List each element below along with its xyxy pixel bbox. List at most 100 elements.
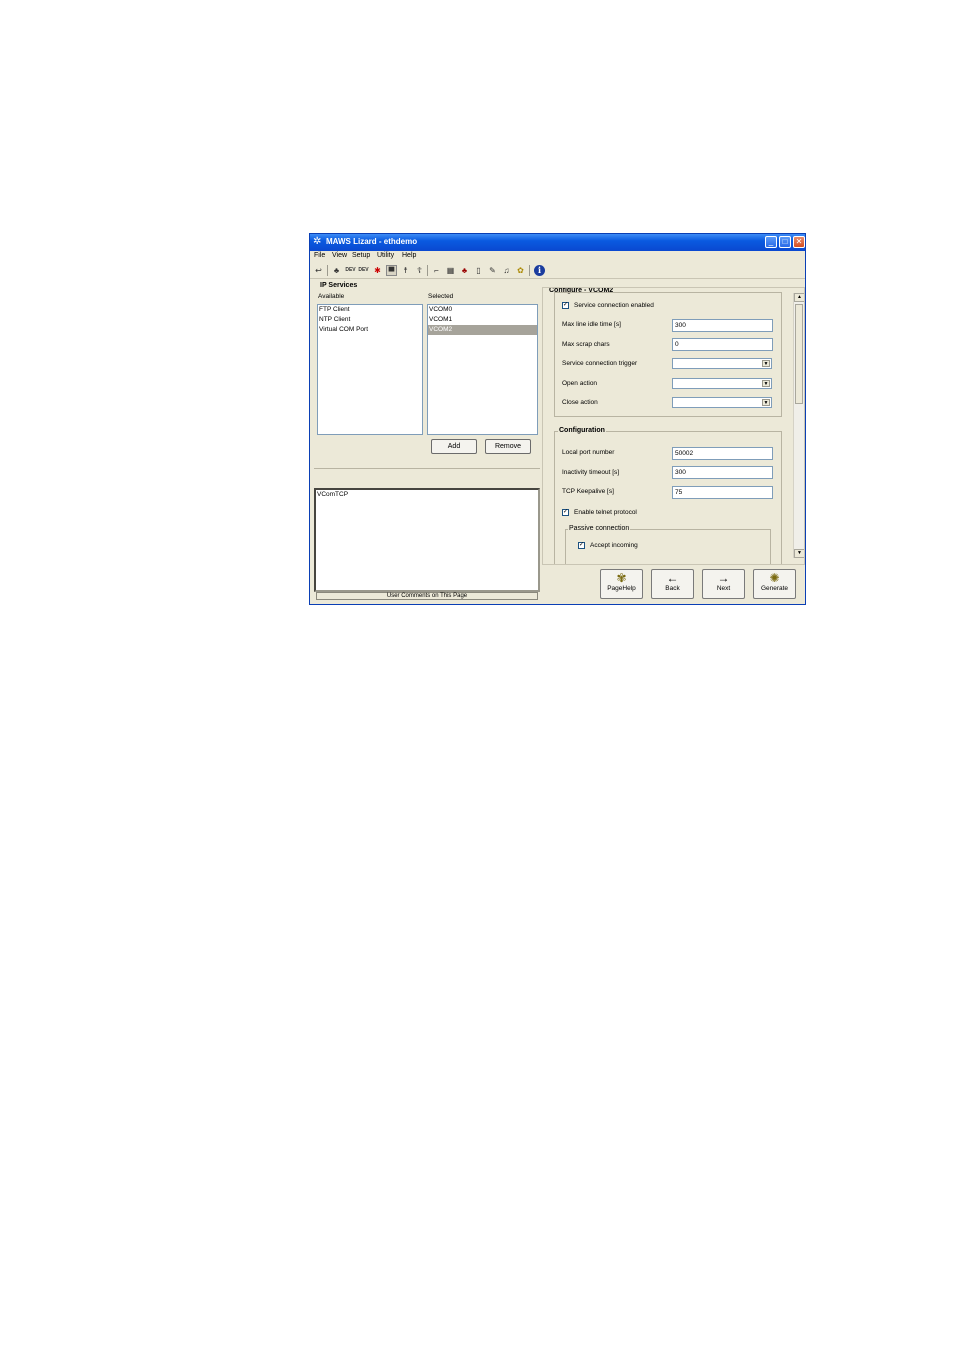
maximize-icon: □ (782, 237, 788, 246)
open-action-select[interactable]: ▼ (672, 378, 772, 389)
back-button[interactable]: ← Back (651, 569, 694, 599)
ip-services-title: IP Services (319, 282, 359, 289)
back-label: Back (665, 585, 680, 592)
next-button[interactable]: → Next (702, 569, 745, 599)
window-title: MAWS Lizard - ethdemo (326, 237, 418, 246)
gears-icon: ✺ (769, 571, 780, 585)
comments-text: VComTCP (317, 491, 349, 498)
minimize-button[interactable]: _ (765, 236, 777, 248)
pen-icon[interactable]: ✎ (487, 265, 498, 276)
inactivity-input[interactable]: 300 (672, 466, 773, 479)
close-action-label: Close action (562, 399, 598, 406)
max-scrap-label: Max scrap chars (562, 341, 610, 348)
configure-group: ✓ Service connection enabled Max line id… (554, 292, 782, 417)
close-action-select[interactable]: ▼ (672, 397, 772, 408)
toolbar-separator (529, 265, 530, 276)
accept-incoming-checkbox[interactable]: ✓ (578, 542, 585, 549)
ip-services-panel: IP Services Available Selected FTP Clien… (314, 282, 540, 469)
max-scrap-input[interactable]: 0 (672, 338, 773, 351)
list-item[interactable]: VCOM1 (428, 315, 537, 325)
chevron-down-icon[interactable]: ▼ (762, 360, 770, 367)
grid-icon[interactable]: ▦ (445, 265, 456, 276)
service-enabled-label: Service connection enabled (574, 302, 654, 309)
scroll-up-icon[interactable]: ▲ (794, 293, 804, 302)
title-bar[interactable]: ✲ MAWS Lizard - ethdemo _ □ ✕ (310, 234, 805, 251)
network-icon[interactable]: ♣ (331, 265, 342, 276)
dev-icon[interactable]: DEV (358, 265, 369, 276)
scroll-down-icon[interactable]: ▼ (794, 549, 804, 558)
help-icon: ✾ (616, 571, 627, 585)
configure-pane: Configure - VCOM2 ✓ Service connection e… (542, 287, 805, 565)
app-window: ✲ MAWS Lizard - ethdemo _ □ ✕ File View … (309, 233, 806, 605)
configuration-title: Configuration (558, 427, 606, 434)
arrow-right-icon: → (717, 571, 730, 585)
bell-icon[interactable]: ♫ (501, 265, 512, 276)
selected-list[interactable]: VCOM0 VCOM1 VCOM2 (427, 304, 538, 435)
menu-bar: File View Setup Utility Help (310, 251, 805, 262)
trigger-label: Service connection trigger (562, 360, 638, 367)
info-icon[interactable]: i (534, 265, 545, 276)
run-icon[interactable]: ☦ (414, 265, 425, 276)
dev-icon[interactable]: DEV (345, 265, 356, 276)
open-action-label: Open action (562, 380, 598, 387)
close-icon: ✕ (795, 237, 803, 246)
walk-icon[interactable]: ☨ (400, 265, 411, 276)
next-label: Next (716, 585, 731, 592)
local-port-input[interactable]: 50002 (672, 447, 773, 460)
flag-icon[interactable]: ⌐ (431, 265, 442, 276)
available-label: Available (318, 293, 345, 300)
passive-connection-group: Passive connection ✓ Accept incoming (565, 525, 771, 564)
comments-textarea[interactable]: VComTCP (314, 488, 540, 592)
tree-icon[interactable]: ♣ (459, 265, 470, 276)
menu-view[interactable]: View (332, 252, 347, 259)
menu-help[interactable]: Help (402, 252, 416, 259)
generate-button[interactable]: ✺ Generate (753, 569, 796, 599)
pagehelp-label: PageHelp (607, 585, 636, 592)
arrow-left-icon: ← (666, 571, 679, 585)
lizard-icon: ✲ (313, 236, 322, 247)
list-item[interactable]: VCOM0 (428, 305, 537, 315)
passive-title: Passive connection (568, 525, 631, 532)
undo-icon[interactable]: ↩ (313, 265, 324, 276)
add-button[interactable]: Add (431, 439, 477, 454)
list-item-selected[interactable]: VCOM2 (428, 325, 537, 335)
maximize-button[interactable]: □ (779, 236, 791, 248)
service-enabled-checkbox[interactable]: ✓ (562, 302, 569, 309)
local-port-label: Local port number (562, 449, 615, 456)
scroll-thumb[interactable] (795, 304, 803, 404)
available-list[interactable]: FTP Client NTP Client Virtual COM Port (317, 304, 423, 435)
toolbar-separator (327, 265, 328, 276)
list-item[interactable]: NTP Client (318, 315, 422, 325)
minimize-icon: _ (768, 237, 774, 246)
menu-setup[interactable]: Setup (352, 252, 370, 259)
pagehelp-button[interactable]: ✾ PageHelp (600, 569, 643, 599)
cross-icon[interactable]: ✱ (372, 265, 383, 276)
accept-incoming-label: Accept incoming (590, 542, 638, 549)
keepalive-input[interactable]: 75 (672, 486, 773, 499)
page-icon[interactable]: ▯ (473, 265, 484, 276)
telnet-checkbox[interactable]: ✓ (562, 509, 569, 516)
max-idle-label: Max line idle time [s] (562, 321, 621, 328)
menu-file[interactable]: File (314, 252, 325, 259)
inactivity-label: Inactivity timeout [s] (562, 469, 620, 476)
selected-label: Selected (428, 293, 454, 300)
remove-button[interactable]: Remove (485, 439, 531, 454)
keepalive-label: TCP Keepalive [s] (562, 488, 614, 495)
close-button[interactable]: ✕ (793, 236, 805, 248)
generate-label: Generate (760, 585, 789, 592)
list-item[interactable]: Virtual COM Port (318, 325, 422, 335)
list-item[interactable]: FTP Client (318, 305, 422, 315)
gear-icon[interactable]: ✿ (515, 265, 526, 276)
sensor-icon[interactable]: ▀ (386, 265, 397, 276)
comments-footer: User Comments on This Page (316, 592, 538, 600)
toolbar-separator (427, 265, 428, 276)
chevron-down-icon[interactable]: ▼ (762, 399, 770, 406)
configure-scrollbar[interactable]: ▲ ▼ (793, 293, 804, 558)
configuration-group: Configuration Local port number 50002 In… (554, 427, 782, 564)
trigger-select[interactable]: ▼ (672, 358, 772, 369)
max-idle-input[interactable]: 300 (672, 319, 773, 332)
toolbar: ↩ ♣ DEV DEV ✱ ▀ ☨ ☦ ⌐ ▦ ♣ ▯ ✎ ♫ ✿ i (310, 264, 805, 279)
telnet-label: Enable telnet protocol (574, 509, 637, 516)
chevron-down-icon[interactable]: ▼ (762, 380, 770, 387)
menu-utility[interactable]: Utility (377, 252, 394, 259)
